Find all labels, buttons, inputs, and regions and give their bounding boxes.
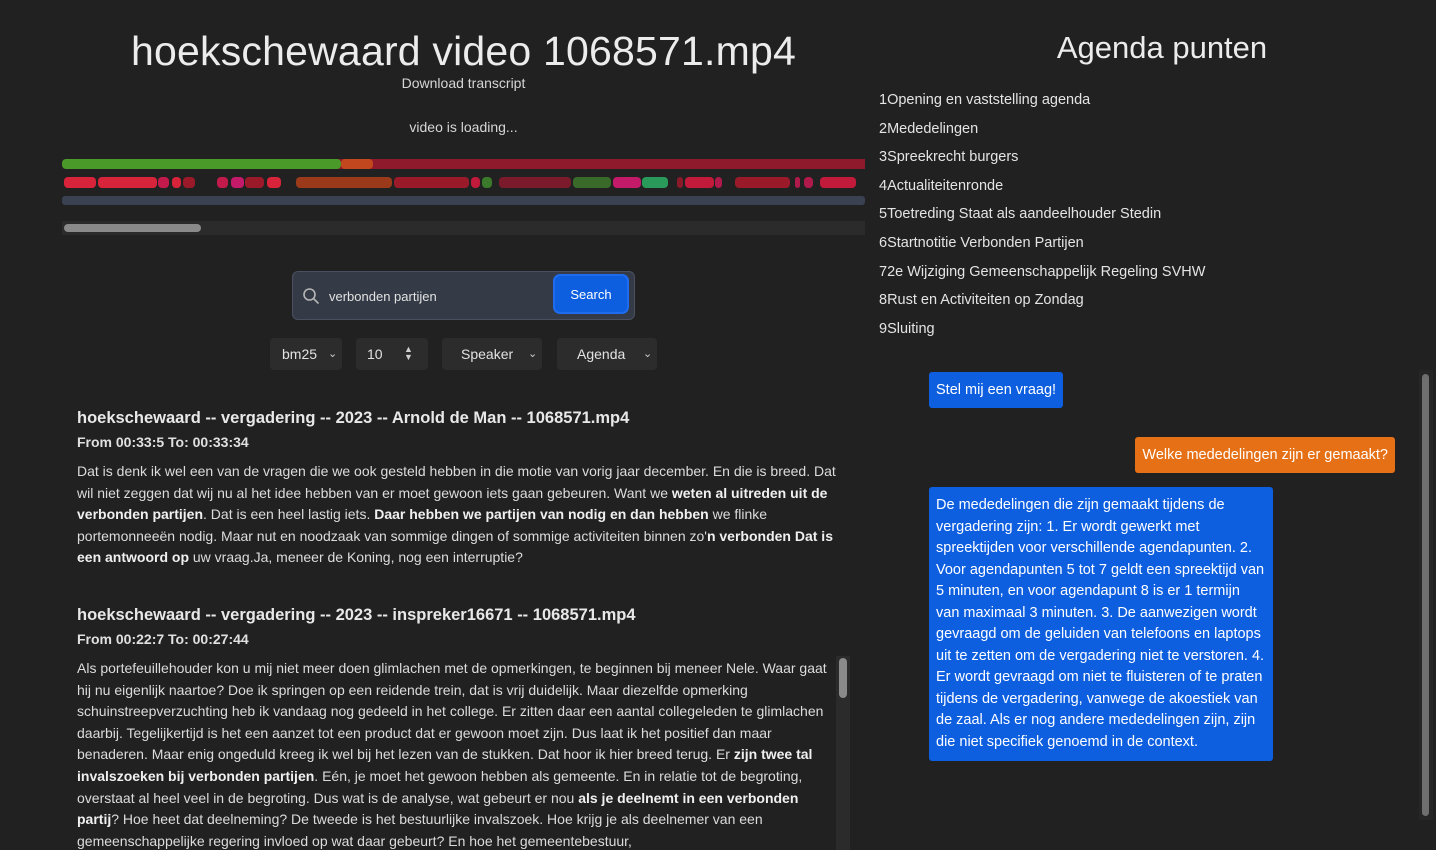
speaker-select-value: Speaker <box>461 346 514 362</box>
timeline-segment[interactable] <box>158 177 169 188</box>
timeline-segment[interactable] <box>62 159 341 169</box>
result-count-stepper[interactable]: 10 ▲ ▼ <box>356 338 428 370</box>
transcript-segment: ? Hoe heet dat deelneming? De tweede is … <box>77 811 763 849</box>
chevron-down-icon: ⌄ <box>643 348 653 360</box>
agenda-item[interactable]: 2Mededelingen <box>879 121 1205 150</box>
chat-vertical-scrollbar[interactable] <box>1419 370 1433 820</box>
stepper-arrows-icon: ▲ ▼ <box>404 344 413 362</box>
agenda-item[interactable]: 9Sluiting <box>879 321 1205 350</box>
agenda-item[interactable]: 1Opening en vaststelling agenda <box>879 92 1205 121</box>
download-transcript-link[interactable]: Download transcript <box>62 75 865 91</box>
timeline-segment[interactable] <box>373 159 865 169</box>
user-question-bubble: Welke mededelingen zijn er gemaakt? <box>1135 437 1395 473</box>
assistant-answer-bubble: De mededelingen die zijn gemaakt tijdens… <box>929 487 1273 761</box>
timeline-segment[interactable] <box>804 177 813 188</box>
timeline-segment[interactable] <box>613 177 641 188</box>
scrollbar-thumb[interactable] <box>64 224 201 232</box>
result-transcript-text: Als portefeuillehouder kon u mij niet me… <box>77 658 832 850</box>
timeline-speaker-track[interactable] <box>62 177 865 188</box>
highlight-match: Daar hebben we partijen van nodig en dan… <box>374 506 709 523</box>
result-vertical-scrollbar[interactable] <box>836 656 850 850</box>
timeline-segment[interactable] <box>231 177 244 188</box>
method-select[interactable]: bm25 ⌄ <box>270 338 342 370</box>
agenda-item[interactable]: 6Startnotitie Verbonden Partijen <box>879 235 1205 264</box>
assistant-prompt-bubble: Stel mij een vraag! <box>929 372 1064 408</box>
agenda-item[interactable]: 8Rust en Activiteiten op Zondag <box>879 292 1205 321</box>
search-icon <box>303 288 319 304</box>
timeline-segment[interactable] <box>217 177 228 188</box>
result-timestamp: From 00:33:5 To: 00:33:34 <box>77 434 249 450</box>
result-item: hoekschewaard -- vergadering -- 2023 -- … <box>77 409 852 569</box>
search-bar: Search <box>292 271 635 320</box>
timeline-segment[interactable] <box>795 177 800 188</box>
timeline-segment[interactable] <box>820 177 856 188</box>
timeline-segment[interactable] <box>245 177 264 188</box>
agenda-item[interactable]: 72e Wijziging Gemeenschappelijk Regeling… <box>879 264 1205 293</box>
timeline-segment[interactable] <box>98 177 157 188</box>
timeline-segment[interactable] <box>341 159 373 169</box>
chevron-down-icon: ⌄ <box>528 348 538 360</box>
result-timestamp: From 00:22:7 To: 00:27:44 <box>77 631 249 647</box>
timeline-segment[interactable] <box>394 177 469 188</box>
scrollbar-thumb[interactable] <box>839 658 847 698</box>
agenda-list: 1Opening en vaststelling agenda 2Mededel… <box>879 92 1205 349</box>
result-item: hoekschewaard -- vergadering -- 2023 -- … <box>77 606 852 850</box>
timeline-segment[interactable] <box>573 177 611 188</box>
timeline-segment[interactable] <box>715 177 722 188</box>
timeline-segment[interactable] <box>64 177 96 188</box>
scrollbar-thumb[interactable] <box>1422 374 1429 816</box>
agenda-item[interactable]: 3Spreekrecht burgers <box>879 149 1205 178</box>
video-title: hoekschewaard video 1068571.mp4 <box>131 28 796 74</box>
result-title[interactable]: hoekschewaard -- vergadering -- 2023 -- … <box>77 409 852 428</box>
timeline-segment[interactable] <box>267 177 281 188</box>
agenda-item[interactable]: 4Actualiteitenronde <box>879 178 1205 207</box>
timeline-segment[interactable] <box>685 177 714 188</box>
search-button[interactable]: Search <box>555 276 627 312</box>
method-select-value: bm25 <box>282 346 318 362</box>
video-loading-text: video is loading... <box>409 119 518 135</box>
transcript-segment: uw vraag.Ja, meneer de Koning, nog een i… <box>189 549 523 566</box>
search-input[interactable] <box>329 286 539 306</box>
timeline-agenda-track[interactable] <box>62 159 865 169</box>
timeline-segment[interactable] <box>183 177 195 188</box>
agenda-chat-panel: Agenda punten 1Opening en vaststelling a… <box>865 0 1436 850</box>
timeline-segment[interactable] <box>642 177 668 188</box>
chevron-down-icon: ⌄ <box>328 348 338 360</box>
result-count-value: 10 <box>367 346 383 362</box>
result-title[interactable]: hoekschewaard -- vergadering -- 2023 -- … <box>77 606 852 625</box>
timeline-results-track[interactable] <box>62 196 865 205</box>
transcript-segment: Als portefeuillehouder kon u mij niet me… <box>77 660 827 763</box>
result-transcript-text: Dat is denk ik wel een van de vragen die… <box>77 461 852 569</box>
timeline-horizontal-scrollbar[interactable] <box>62 221 865 235</box>
transcript-segment: . Dat is een heel lastig iets. <box>203 506 375 523</box>
timeline-segment[interactable] <box>471 177 480 188</box>
agenda-item[interactable]: 5Toetreding Staat als aandeelhouder Sted… <box>879 206 1205 235</box>
agenda-select[interactable]: Agenda ⌄ <box>557 338 657 370</box>
agenda-select-value: Agenda <box>577 346 626 362</box>
timeline-segment[interactable] <box>172 177 181 188</box>
transcript-panel: hoekschewaard video 1068571.mp4 Download… <box>0 0 865 850</box>
timeline-segment[interactable] <box>296 177 392 188</box>
timeline-segment[interactable] <box>677 177 683 188</box>
agenda-title: Agenda punten <box>1056 30 1268 65</box>
timeline-segment[interactable] <box>735 177 790 188</box>
speaker-select[interactable]: Speaker ⌄ <box>442 338 542 370</box>
timeline-segment[interactable] <box>499 177 571 188</box>
chat-window: Stel mij een vraag! Welke mededelingen z… <box>865 370 1436 820</box>
timeline-segment[interactable] <box>482 177 492 188</box>
